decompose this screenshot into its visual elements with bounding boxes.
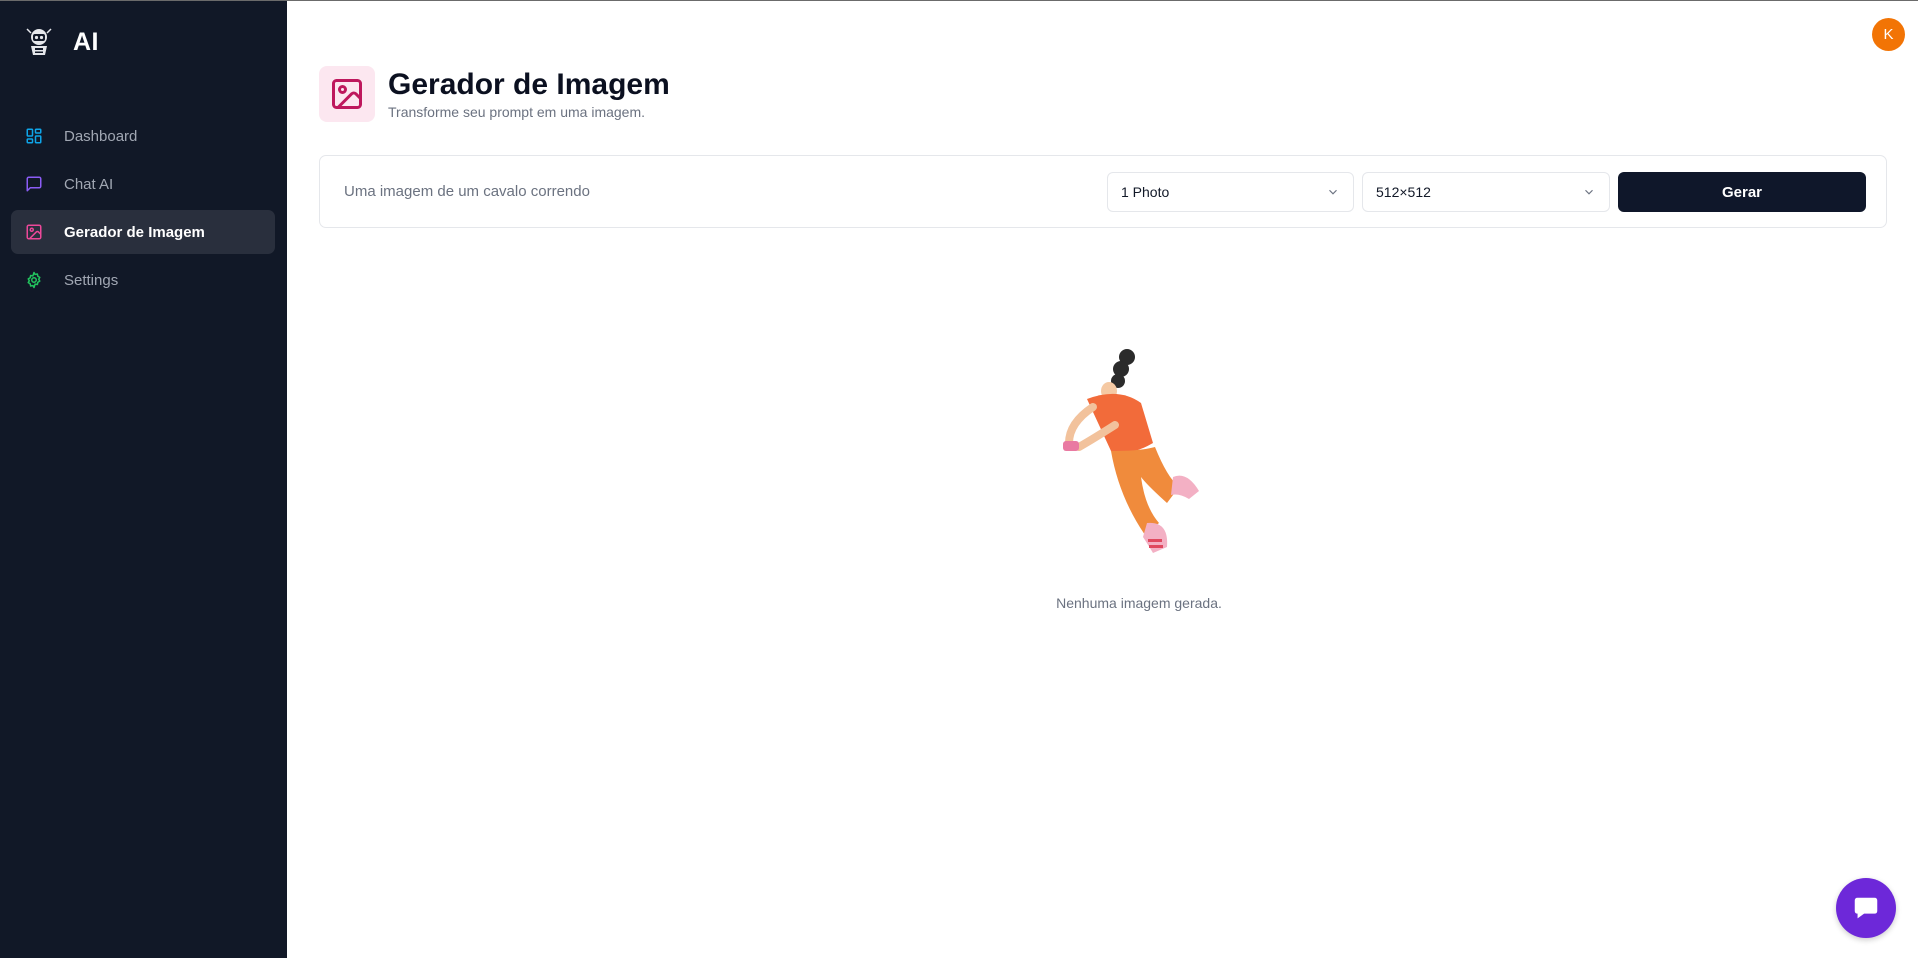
chat-widget-button[interactable] bbox=[1836, 878, 1896, 938]
amount-select[interactable]: 1 Photo bbox=[1107, 172, 1354, 212]
message-square-icon bbox=[24, 174, 44, 194]
avatar-initial: K bbox=[1883, 26, 1894, 43]
sidebar-item-chat-ai[interactable]: Chat AI bbox=[11, 162, 275, 206]
chat-bubble-icon bbox=[1854, 897, 1878, 919]
brand[interactable]: AI bbox=[22, 25, 99, 59]
image-icon bbox=[24, 222, 44, 242]
prompt-input[interactable] bbox=[331, 171, 1091, 211]
resolution-select-value: 512×512 bbox=[1376, 184, 1431, 200]
page-subtitle: Transforme seu prompt em uma imagem. bbox=[388, 104, 646, 120]
layout-dashboard-icon bbox=[24, 126, 44, 146]
empty-state-illustration bbox=[1063, 349, 1199, 553]
chevron-down-icon bbox=[1585, 189, 1593, 195]
page-title: Gerador de Imagem bbox=[388, 68, 670, 101]
generate-form: 1 Photo 512×512 Gerar bbox=[319, 155, 1887, 228]
sidebar-item-dashboard[interactable]: Dashboard bbox=[11, 114, 275, 158]
robot-logo-icon bbox=[26, 28, 52, 55]
sidebar-item-label: Settings bbox=[64, 271, 119, 289]
sidebar-item-label: Dashboard bbox=[64, 127, 138, 145]
user-avatar[interactable]: K bbox=[1872, 18, 1905, 51]
sidebar-item-gerador-de-imagem[interactable]: Gerador de Imagem bbox=[11, 210, 275, 254]
sidebar: AI Dashboard Chat AI Gerador de Imagem S… bbox=[0, 1, 287, 958]
amount-select-value: 1 Photo bbox=[1121, 184, 1170, 200]
sidebar-item-settings[interactable]: Settings bbox=[11, 258, 275, 302]
resolution-select[interactable]: 512×512 bbox=[1362, 172, 1610, 212]
empty-state-text: Nenhuma imagem gerada. bbox=[1056, 595, 1222, 611]
page-heading: Gerador de Imagem Transforme seu prompt … bbox=[319, 66, 670, 122]
sidebar-nav: Dashboard Chat AI Gerador de Imagem Sett… bbox=[11, 114, 275, 306]
chevron-down-icon bbox=[1329, 189, 1337, 195]
settings-icon bbox=[24, 270, 44, 290]
generate-button[interactable]: Gerar bbox=[1618, 172, 1866, 212]
image-icon bbox=[319, 66, 375, 122]
sidebar-item-label: Gerador de Imagem bbox=[64, 223, 205, 241]
brand-name: AI bbox=[73, 27, 99, 56]
main-content: K Gerador de Imagem Transforme seu promp… bbox=[287, 1, 1918, 958]
sidebar-item-label: Chat AI bbox=[64, 175, 114, 193]
empty-state: Nenhuma imagem gerada. bbox=[999, 347, 1279, 611]
